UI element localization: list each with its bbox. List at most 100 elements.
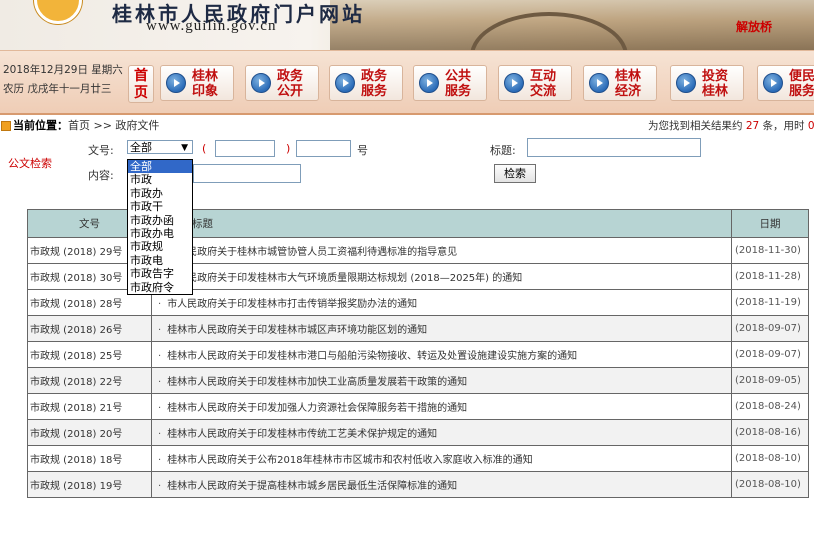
- arrow-circle-icon: [335, 73, 355, 93]
- doc-title-link[interactable]: 桂林市人民政府关于公布2018年桂林市市区城市和农村低收入家庭收入标准的通知: [167, 455, 532, 466]
- doc-no-select[interactable]: 全部 ▼: [127, 140, 193, 154]
- bullet: ·: [158, 325, 162, 336]
- nav-item-gov-services[interactable]: 政务服务: [329, 65, 403, 101]
- site-banner: 桂林市人民政府门户网站 www.guilin.gov.cn 解放桥: [0, 0, 814, 50]
- content-input[interactable]: [193, 164, 301, 183]
- nav-item-guilin-impression[interactable]: 桂林印象: [160, 65, 234, 101]
- table-row: 市政规 (2018) 19号 · 桂林市人民政府关于提高桂林市城乡居民最低生活保障…: [27, 471, 809, 498]
- dropdown-option[interactable]: 市政办函: [128, 214, 192, 227]
- paren-open: (: [202, 142, 207, 155]
- doc-title-link[interactable]: 市人民政府关于印发桂林市大气环境质量限期达标规划 (2018—2025年) 的通…: [167, 273, 522, 284]
- arrow-circle-icon: [166, 73, 186, 93]
- nav-item-convenience-services[interactable]: 便民服务: [757, 65, 814, 101]
- arrow-circle-icon: [419, 73, 439, 93]
- date-block: 2018年12月29日 星期六 农历 戊戌年十一月廿三: [3, 61, 123, 99]
- doc-no-cell: 市政规 (2018) 25号: [27, 341, 152, 368]
- nav-item-label: 互动交流: [530, 69, 557, 99]
- doc-title-link[interactable]: 桂林市人民政府关于提高桂林市城乡居民最低生活保障标准的通知: [167, 481, 457, 492]
- title-cell: · 桂林市人民政府关于公布2018年桂林市市区城市和农村低收入家庭收入标准的通知: [151, 445, 732, 472]
- arrow-circle-icon: [251, 73, 271, 93]
- nav-item-invest-guilin[interactable]: 投资桂林: [670, 65, 744, 101]
- doc-title-link[interactable]: 市人民政府关于桂林市城管协管人员工资福利待遇标准的指导意见: [167, 247, 457, 258]
- nav-item-label: 投资桂林: [702, 69, 729, 99]
- dropdown-option[interactable]: 全部: [128, 160, 192, 174]
- title-cell: ·市人民政府关于桂林市城管协管人员工资福利待遇标准的指导意见: [151, 237, 732, 264]
- doc-no-cell: 市政规 (2018) 26号: [27, 315, 152, 342]
- search-section-label: 公文检索: [8, 157, 52, 170]
- doc-no-cell: 市政规 (2018) 18号: [27, 445, 152, 472]
- location-bar: 当前位置：首页 >> 政府文件 为您找到相关结果约 27 条，用时 0: [0, 116, 814, 136]
- title-cell: · 桂林市人民政府关于印发加强人力资源社会保障服务若干措施的通知: [151, 393, 732, 420]
- result-prefix: 为您找到相关结果约: [648, 120, 746, 132]
- doc-no-dropdown-list: 全部 市政 市政办 市政干 市政办函 市政办电 市政规 市政电 市政告字 市政府…: [127, 159, 193, 295]
- doc-title-link[interactable]: 市人民政府关于印发桂林市打击传销举报奖励办法的通知: [167, 299, 417, 310]
- doc-no-cell: 市政规 (2018) 21号: [27, 393, 152, 420]
- document-search-form: 公文检索 文号: 全部 ▼ ( ) 号 标题: 内容: 检索: [0, 137, 814, 187]
- table-row: 市政规 (2018) 18号 · 桂林市人民政府关于公布2018年桂林市市区城市和…: [27, 445, 809, 472]
- content-label: 内容:: [88, 169, 114, 182]
- breadcrumb: 当前位置：首页 >> 政府文件: [13, 116, 159, 136]
- location-marker-icon: [1, 121, 11, 131]
- dropdown-option[interactable]: 市政办: [128, 187, 192, 200]
- date-cell: (2018-11-28): [731, 263, 809, 290]
- nav-item-interaction[interactable]: 互动交流: [498, 65, 572, 101]
- bullet: ·: [158, 351, 162, 362]
- doc-title-link[interactable]: 桂林市人民政府关于印发桂林市城区声环境功能区划的通知: [167, 325, 427, 336]
- date-cell: (2018-09-07): [731, 315, 809, 342]
- dropdown-option[interactable]: 市政府令: [128, 281, 192, 294]
- dropdown-option[interactable]: 市政规: [128, 240, 192, 253]
- date-cell: (2018-11-30): [731, 237, 809, 264]
- title-input[interactable]: [527, 138, 701, 157]
- doc-title-link[interactable]: 桂林市人民政府关于印发桂林市港口与船舶污染物接收、转运及处置设施建设实施方案的通…: [167, 351, 577, 362]
- home-button[interactable]: 首页: [128, 65, 154, 103]
- dropdown-option[interactable]: 市政办电: [128, 227, 192, 240]
- doc-no-cell: 市政规 (2018) 22号: [27, 367, 152, 394]
- arrow-circle-icon: [589, 73, 609, 93]
- result-time: 0: [807, 120, 814, 132]
- date-cell: (2018-11-19): [731, 289, 809, 316]
- date-cell: (2018-09-05): [731, 367, 809, 394]
- title-cell: · 桂林市人民政府关于提高桂林市城乡居民最低生活保障标准的通知: [151, 471, 732, 498]
- chevron-down-icon: ▼: [181, 143, 188, 153]
- col-header-date: 日期: [731, 209, 809, 238]
- site-logo-icon[interactable]: [34, 0, 82, 24]
- arrow-circle-icon: [763, 73, 783, 93]
- doc-number-input[interactable]: [296, 140, 351, 157]
- number-suffix-label: 号: [357, 144, 368, 157]
- paren-close: ): [286, 142, 291, 155]
- table-row: 市政规 (2018) 22号 · 桂林市人民政府关于印发桂林市加快工业高质量发展若…: [27, 367, 809, 394]
- title-cell: ·市人民政府关于印发桂林市大气环境质量限期达标规划 (2018—2025年) 的…: [151, 263, 732, 290]
- nav-item-gov-affairs-open[interactable]: 政务公开: [245, 65, 319, 101]
- bullet: ·: [158, 403, 162, 414]
- date-cell: (2018-08-24): [731, 393, 809, 420]
- dropdown-option[interactable]: 市政: [128, 173, 192, 186]
- table-row: 市政规 (2018) 25号 · 桂林市人民政府关于印发桂林市港口与船舶污染物接收…: [27, 341, 809, 368]
- dropdown-option[interactable]: 市政告字: [128, 267, 192, 280]
- doc-title-link[interactable]: 桂林市人民政府关于印发桂林市加快工业高质量发展若干政策的通知: [167, 377, 467, 388]
- nav-item-label: 桂林印象: [192, 69, 219, 99]
- bullet: ·: [158, 481, 162, 492]
- bullet: ·: [158, 429, 162, 440]
- nav-item-label: 政务服务: [361, 69, 388, 99]
- dropdown-option[interactable]: 市政电: [128, 254, 192, 267]
- search-result-summary: 为您找到相关结果约 27 条，用时 0: [648, 116, 814, 136]
- bullet: ·: [158, 299, 162, 310]
- date-cell: (2018-08-10): [731, 471, 809, 498]
- doc-year-input[interactable]: [215, 140, 275, 157]
- doc-title-link[interactable]: 桂林市人民政府关于印发加强人力资源社会保障服务若干措施的通知: [167, 403, 467, 414]
- doc-no-selected-value: 全部: [130, 141, 152, 154]
- result-mid: 条，用时: [759, 120, 808, 132]
- bullet: ·: [158, 377, 162, 388]
- nav-item-label: 公共服务: [445, 69, 472, 99]
- doc-title-link[interactable]: 桂林市人民政府关于印发桂林市传统工艺美术保护规定的通知: [167, 429, 437, 440]
- nav-item-guilin-economy[interactable]: 桂林经济: [583, 65, 657, 101]
- breadcrumb-path[interactable]: 首页 >> 政府文件: [68, 119, 159, 132]
- search-button[interactable]: 检索: [494, 164, 536, 183]
- title-cell: · 市人民政府关于印发桂林市打击传销举报奖励办法的通知: [151, 289, 732, 316]
- table-row: 市政规 (2018) 20号 · 桂林市人民政府关于印发桂林市传统工艺美术保护规定…: [27, 419, 809, 446]
- solar-date: 2018年12月29日 星期六: [3, 64, 123, 76]
- dropdown-option[interactable]: 市政干: [128, 200, 192, 213]
- nav-item-public-services[interactable]: 公共服务: [413, 65, 487, 101]
- site-url: www.guilin.gov.cn: [146, 18, 277, 34]
- date-cell: (2018-09-07): [731, 341, 809, 368]
